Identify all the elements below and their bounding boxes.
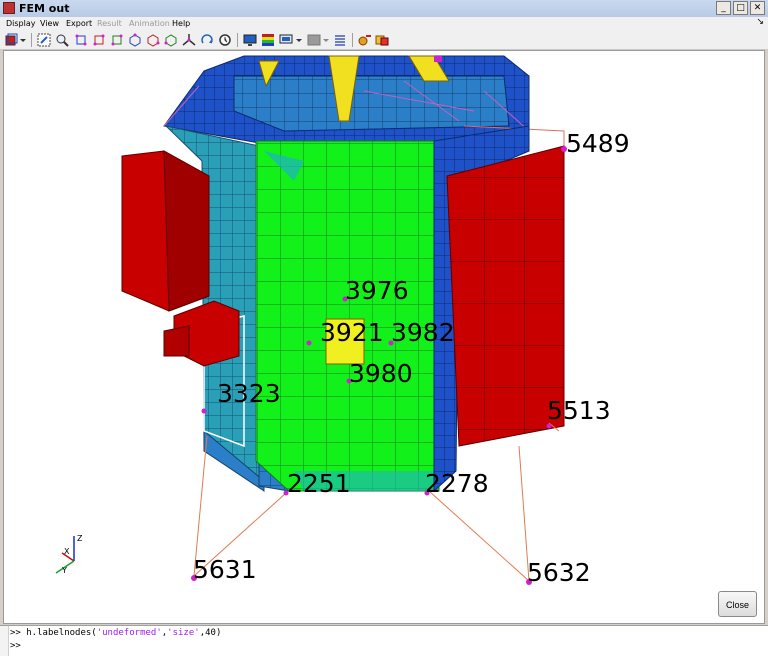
maximize-button[interactable]: □ [733,1,748,15]
dropdown-arrow-icon[interactable] [19,33,27,47]
zoom-icon[interactable] [55,33,69,47]
dropdown-arrow-icon-2[interactable] [295,33,303,47]
axis-x-label: X [64,547,70,556]
colormap-icon[interactable] [261,33,275,47]
close-window-button[interactable]: ✕ [750,1,765,15]
axis-triad: Z X Y [55,534,83,575]
app-icon [3,2,15,14]
list-icon[interactable] [333,33,347,47]
menu-overflow-icon[interactable]: ↘ [756,17,764,27]
menu-view[interactable]: View [40,18,59,30]
command-history-line: >> h.labelnodes('undeformed','size',40) [10,628,222,638]
reset-view-icon[interactable] [218,33,232,47]
menu-animation[interactable]: Animation [129,18,170,30]
command-gutter [0,626,9,656]
node-label-2251: 2251 [287,469,351,498]
rotate-icon[interactable] [200,33,214,47]
node-label-3323: 3323 [217,379,281,408]
view-front-icon[interactable] [74,33,88,47]
node-label-3982: 3982 [391,318,455,347]
zoom-fit-icon[interactable] [37,33,51,47]
node-label-3980: 3980 [349,359,413,388]
screen-icon[interactable] [279,33,293,47]
minimize-button[interactable]: _ [716,1,731,15]
gray-box-icon [307,34,321,46]
tools-icon[interactable] [358,33,372,47]
dropdown-arrow-icon-3[interactable] [322,33,330,47]
command-prompt[interactable]: >> [10,641,21,651]
node-label-5489: 5489 [566,129,630,158]
menu-result[interactable]: Result [97,18,122,30]
title-bar: FEM out _ □ ✕ [0,0,768,18]
node-label-3921: 3921 [320,318,384,347]
view-top-icon[interactable] [110,33,124,47]
export-icon[interactable] [375,33,389,47]
node-label-3976: 3976 [345,276,409,305]
close-button[interactable]: Close [718,591,757,617]
menu-display[interactable]: Display [6,18,36,30]
axis-y-label: Y [61,566,67,575]
window-title: FEM out [19,2,70,15]
menu-help[interactable]: Help [172,18,190,30]
axes-icon[interactable] [182,33,196,47]
menu-export[interactable]: Export [66,18,92,30]
toolbar [0,31,768,50]
command-window[interactable]: >> h.labelnodes('undeformed','size',40) … [0,625,768,656]
view-node-icon[interactable] [146,33,160,47]
node-label-2278: 2278 [425,469,489,498]
view-element-icon[interactable] [164,33,178,47]
view-iso-icon[interactable] [128,33,142,47]
model-cube-icon[interactable] [4,33,18,47]
node-label-5513: 5513 [547,396,611,425]
display-monitor-icon[interactable] [243,33,257,47]
axis-z-label: Z [77,534,83,543]
node-label-5631: 5631 [193,555,257,584]
menu-bar: Display View Export Result Animation Hel… [0,17,768,31]
fem-model-view: 5489 3976 3921 3982 3980 3323 5513 2251 … [55,55,630,587]
front-face [255,140,440,492]
fem-plot-canvas[interactable]: 5489 3976 3921 3982 3980 3323 5513 2251 … [3,50,765,624]
view-side-icon[interactable] [92,33,106,47]
node-label-5632: 5632 [527,558,591,587]
